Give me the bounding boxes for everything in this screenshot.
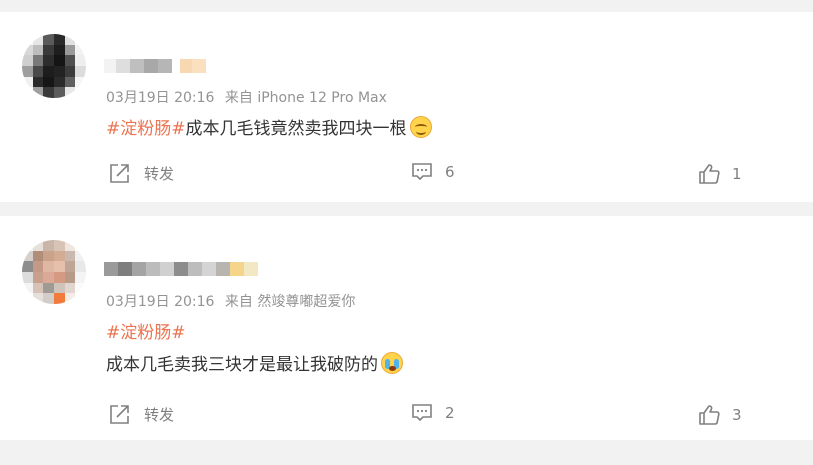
comment-source: 来自 iPhone 12 Pro Max <box>224 90 387 106</box>
username-blurred[interactable] <box>104 262 258 276</box>
share-button[interactable]: 转发 <box>108 162 174 184</box>
hashtag-link[interactable]: #淀粉肠# <box>106 323 186 343</box>
avatar[interactable] <box>22 240 86 304</box>
comment-body: 成本几毛卖我三块才是最让我破防的 <box>106 355 378 375</box>
like-button[interactable]: 1 <box>698 162 742 186</box>
comment-date: 03月19日 20:16 <box>106 90 215 106</box>
comment-source: 来自 然竣尊嘟超爱你 <box>224 294 356 310</box>
username-blurred[interactable] <box>104 59 206 73</box>
comment-card: 03月19日 20:16 来自 iPhone 12 Pro Max #淀粉肠#成… <box>0 12 813 202</box>
like-count: 1 <box>732 165 742 183</box>
comment-date: 03月19日 20:16 <box>106 294 215 310</box>
smiling-face-emoji <box>409 116 432 138</box>
comment-meta: 03月19日 20:16 来自 然竣尊嘟超爱你 <box>106 291 361 311</box>
comment-count: 2 <box>445 404 455 422</box>
share-label: 转发 <box>144 405 175 424</box>
share-label: 转发 <box>144 164 175 183</box>
share-icon <box>110 164 129 183</box>
comment-actions: 转发 6 1 <box>0 162 813 186</box>
comment-body: 成本几毛钱竟然卖我四块一根 <box>185 119 407 139</box>
comment-hashtag-line: #淀粉肠# <box>106 318 186 343</box>
avatar[interactable] <box>22 34 86 98</box>
comment-text: #淀粉肠#成本几毛钱竟然卖我四块一根 <box>106 114 432 139</box>
thumbs-up-icon <box>699 405 720 425</box>
comment-count: 6 <box>445 163 455 181</box>
share-icon <box>110 405 129 424</box>
comment-meta: 03月19日 20:16 来自 iPhone 12 Pro Max <box>106 87 393 107</box>
comment-button[interactable]: 6 <box>411 162 455 182</box>
like-button[interactable]: 3 <box>698 403 742 427</box>
crying-face-emoji <box>381 352 403 374</box>
thumbs-up-icon <box>699 164 720 184</box>
like-count: 3 <box>732 406 742 424</box>
comment-actions: 转发 2 3 <box>0 403 813 427</box>
comment-icon <box>412 404 432 422</box>
comment-text: 成本几毛卖我三块才是最让我破防的 <box>106 350 403 375</box>
comment-icon <box>412 163 432 181</box>
hashtag-link[interactable]: #淀粉肠# <box>106 119 186 139</box>
share-button[interactable]: 转发 <box>108 403 174 425</box>
comment-card: 03月19日 20:16 来自 然竣尊嘟超爱你 #淀粉肠# 成本几毛卖我三块才是… <box>0 216 813 440</box>
comment-button[interactable]: 2 <box>411 403 455 423</box>
comment-feed: 03月19日 20:16 来自 iPhone 12 Pro Max #淀粉肠#成… <box>0 0 813 465</box>
